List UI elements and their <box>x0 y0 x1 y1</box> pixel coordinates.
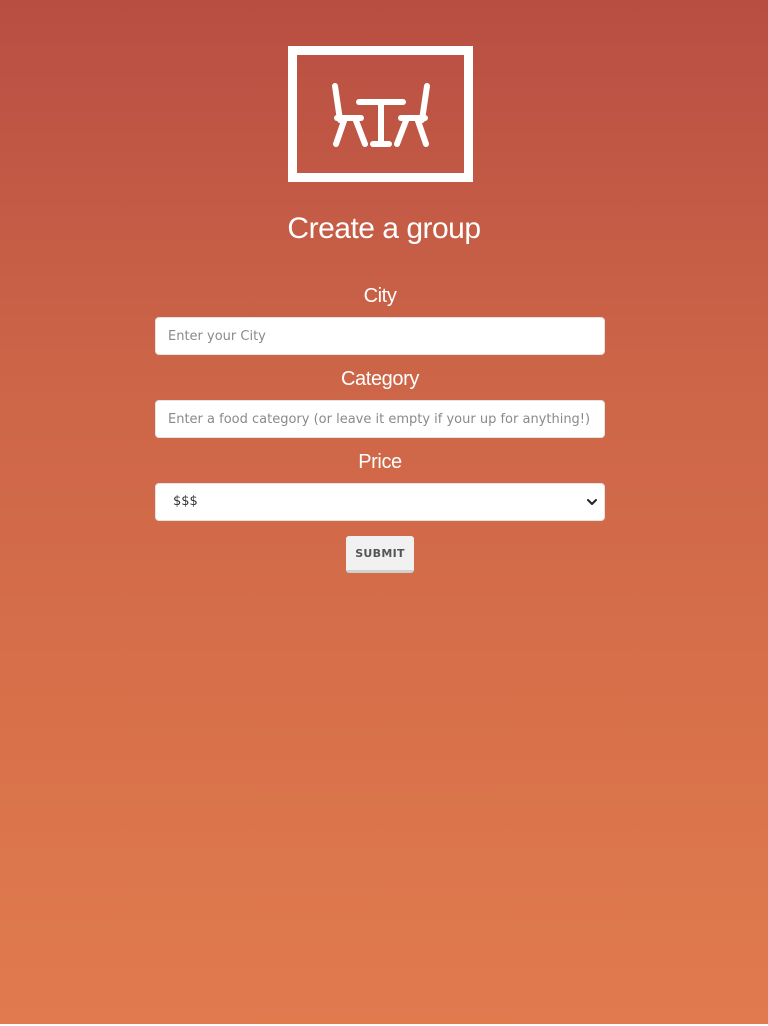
price-label: Price <box>358 451 402 473</box>
price-selected-value: $$$ <box>173 494 198 509</box>
page-title: Create a group <box>287 212 481 245</box>
city-input[interactable] <box>155 317 605 355</box>
table-and-chairs-icon <box>332 83 430 147</box>
logo <box>288 46 473 182</box>
price-select[interactable]: $$$ <box>155 483 605 521</box>
category-input[interactable] <box>155 400 605 438</box>
chevron-down-icon <box>587 499 597 505</box>
city-label: City <box>363 285 397 307</box>
category-label: Category <box>341 368 419 390</box>
submit-button[interactable]: SUBMIT <box>346 536 414 573</box>
